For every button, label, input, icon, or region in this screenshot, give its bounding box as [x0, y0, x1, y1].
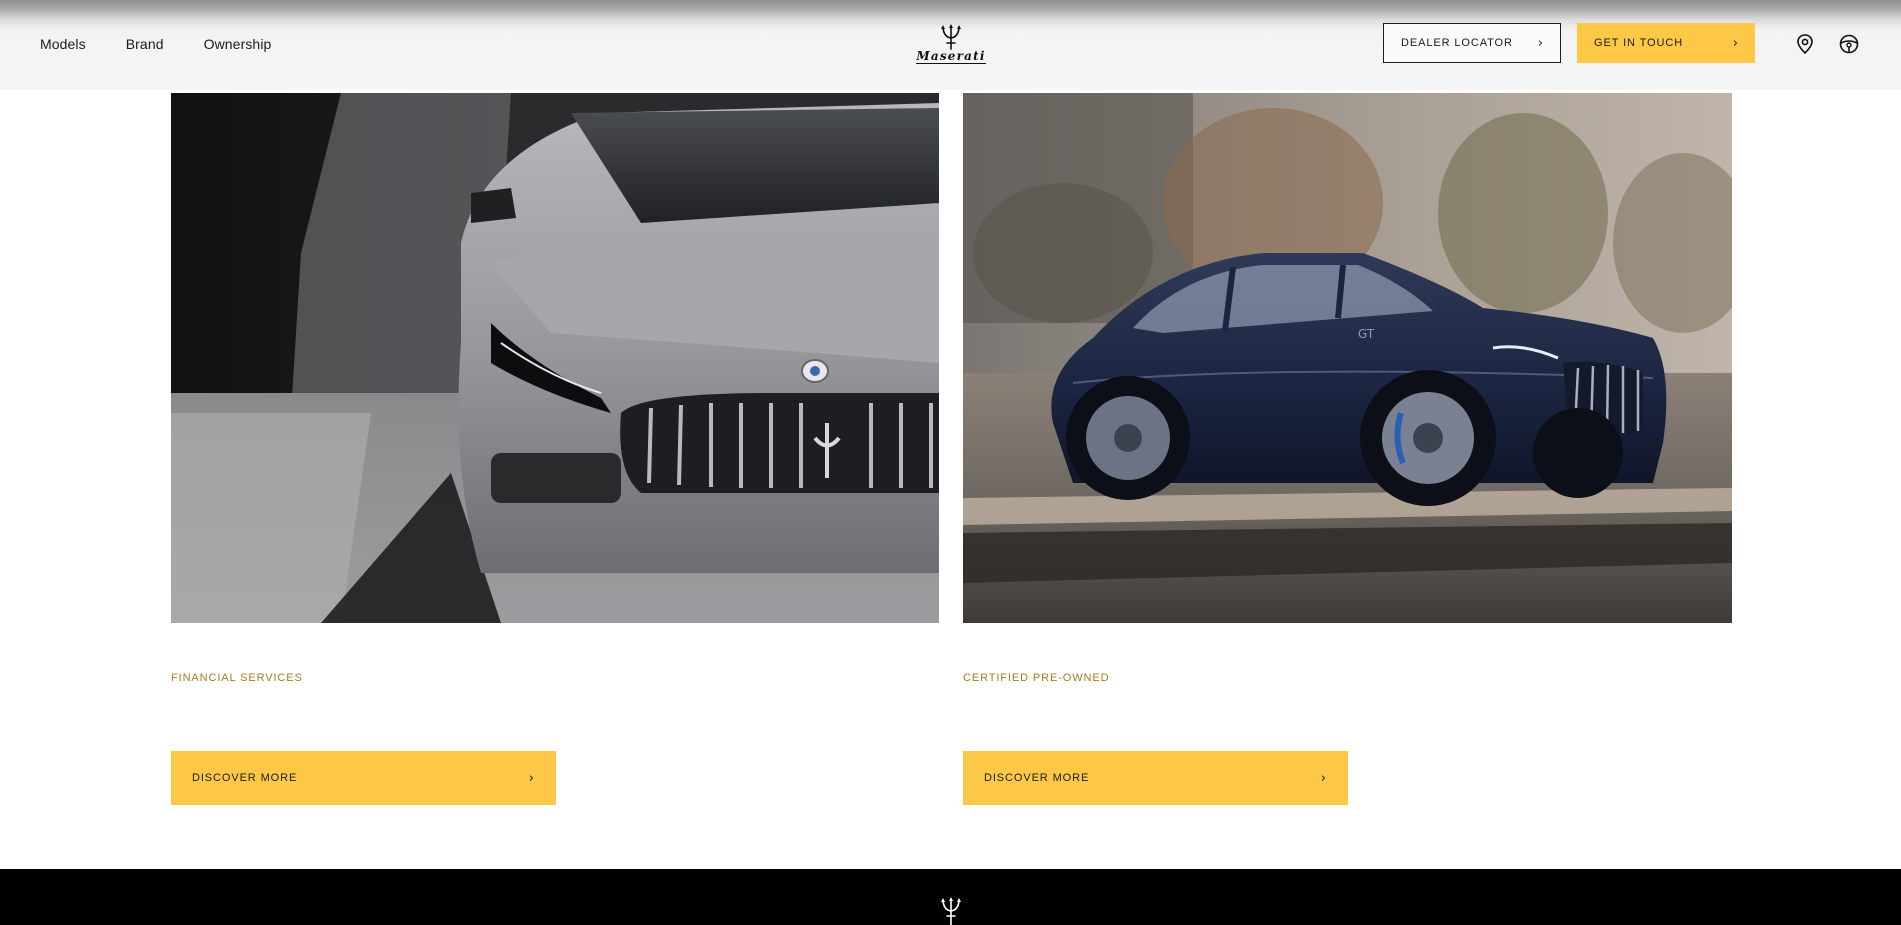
svg-text:GT: GT [1358, 327, 1375, 341]
financial-services-image[interactable] [171, 93, 939, 623]
financial-services-label: FINANCIAL SERVICES [171, 672, 303, 684]
get-in-touch-button[interactable]: GET IN TOUCH › [1577, 23, 1755, 63]
certified-pre-owned-label: CERTIFIED PRE-OWNED [963, 672, 1110, 684]
trident-icon [941, 24, 961, 50]
site-footer [0, 869, 1901, 925]
discover-more-label: DISCOVER MORE [984, 772, 1090, 784]
get-in-touch-label: GET IN TOUCH [1594, 37, 1684, 49]
discover-more-label: DISCOVER MORE [192, 772, 298, 784]
maserati-logo[interactable]: Maserati [903, 24, 999, 68]
certified-pre-owned-image[interactable]: GT [963, 93, 1732, 623]
steering-wheel-icon[interactable] [1838, 33, 1860, 55]
nav-item-models[interactable]: Models [40, 36, 86, 52]
trident-icon [941, 897, 961, 925]
chevron-right-icon: › [528, 770, 534, 786]
dealer-locator-button[interactable]: DEALER LOCATOR › [1383, 23, 1561, 63]
nav-item-brand[interactable]: Brand [126, 36, 164, 52]
main-nav: Models Brand Ownership [40, 36, 271, 52]
chevron-right-icon: › [1537, 35, 1543, 51]
discover-more-button[interactable]: DISCOVER MORE › [171, 751, 556, 805]
discover-more-button[interactable]: DISCOVER MORE › [963, 751, 1348, 805]
logo-wordmark: Maserati [916, 49, 986, 64]
location-pin-icon[interactable] [1794, 33, 1816, 55]
dealer-locator-label: DEALER LOCATOR [1401, 37, 1513, 49]
site-header: Models Brand Ownership Maserati DEALER L… [0, 0, 1901, 90]
nav-item-ownership[interactable]: Ownership [204, 36, 272, 52]
chevron-right-icon: › [1320, 770, 1326, 786]
chevron-right-icon: › [1732, 35, 1738, 51]
